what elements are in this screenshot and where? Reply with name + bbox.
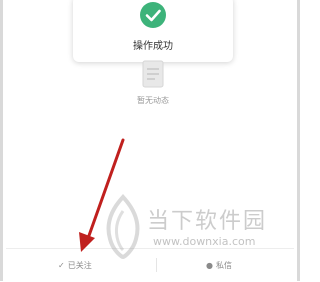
check-circle-icon: [140, 2, 166, 28]
message-label: 私信: [215, 260, 232, 270]
phone-screen: 操作成功 暂无动态 ✓ 已关注 ● 私信 当下软件园 www.downxia.c…: [0, 0, 300, 282]
bottom-action-bar: ✓ 已关注 ● 私信: [6, 248, 294, 282]
message-icon: ●: [206, 260, 213, 270]
empty-state-text: 暂无动态: [137, 96, 169, 105]
toast-message: 操作成功: [133, 41, 173, 52]
watermark-url: www.downxia.com: [153, 235, 256, 248]
document-icon: [142, 60, 164, 88]
private-message-button[interactable]: ● 私信: [206, 257, 232, 273]
bar-divider: [156, 258, 157, 272]
watermark-title: 当下软件园: [147, 209, 268, 234]
followed-button[interactable]: ✓ 已关注: [58, 257, 92, 273]
watermark-logo: [106, 194, 140, 260]
success-toast: 操作成功: [73, 0, 233, 62]
followed-label: 已关注: [67, 260, 92, 270]
check-icon: ✓: [58, 260, 65, 270]
